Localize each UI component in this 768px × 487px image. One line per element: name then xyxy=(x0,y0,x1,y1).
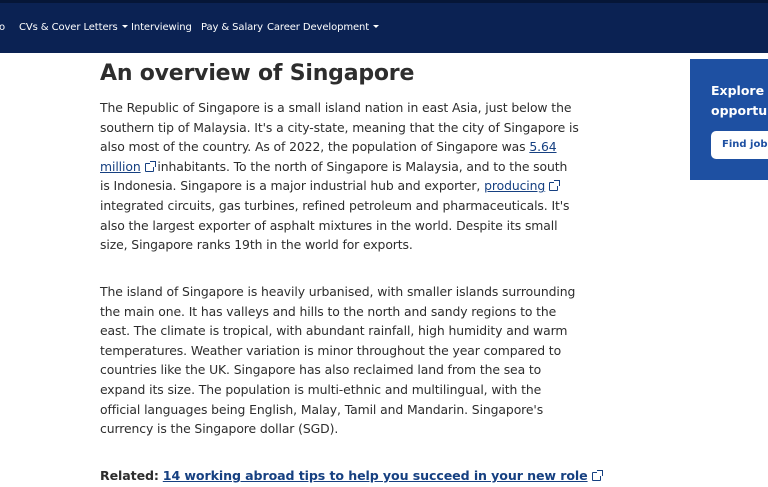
nav-item-cvs-cover-letters[interactable]: CVs & Cover Letters xyxy=(19,3,128,53)
article-paragraph-1: The Republic of Singapore is a small isl… xyxy=(100,98,580,255)
article-paragraph-2: The island of Singapore is heavily urban… xyxy=(100,284,576,437)
external-link-icon xyxy=(144,160,156,172)
related-article: Related: 14 working abroad tips to help … xyxy=(100,466,603,485)
paragraph-text: The Republic of Singapore is a small isl… xyxy=(100,100,579,155)
article-content: An overview of Singapore The Republic of… xyxy=(100,57,603,483)
related-article-link[interactable]: 14 working abroad tips to help you succe… xyxy=(162,468,603,483)
link-text: 14 working abroad tips to help you succe… xyxy=(162,468,588,483)
find-jobs-button[interactable]: Find jobs xyxy=(711,131,768,159)
nav-item-partial[interactable]: o xyxy=(0,3,5,53)
link-text: producing xyxy=(484,178,546,194)
paragraph-text: integrated circuits, gas turbines, refin… xyxy=(100,197,570,253)
external-link-icon xyxy=(591,470,603,481)
producing-link[interactable]: producing xyxy=(484,178,561,194)
external-link-icon xyxy=(549,180,561,192)
article-heading: An overview of Singapore xyxy=(100,61,415,86)
top-navigation-bar: o CVs & Cover Letters Interviewing Pay &… xyxy=(0,0,768,53)
nav-item-label: Career Development xyxy=(267,22,370,33)
promo-text: Explore y opportur xyxy=(711,83,768,118)
job-search-promo: Explore y opportur Find jobs xyxy=(690,59,768,180)
nav-item-interviewing[interactable]: Interviewing xyxy=(131,3,192,53)
related-label: Related: xyxy=(100,468,159,483)
nav-item-label: CVs & Cover Letters xyxy=(19,22,118,33)
nav-item-label: o xyxy=(0,22,6,33)
caret-down-icon xyxy=(121,25,128,28)
caret-down-icon xyxy=(373,25,380,28)
nav-item-pay-salary[interactable]: Pay & Salary xyxy=(201,3,263,53)
nav-item-label: Pay & Salary xyxy=(201,22,263,33)
nav-item-label: Interviewing xyxy=(131,22,192,33)
nav-item-career-development[interactable]: Career Development xyxy=(267,3,380,53)
